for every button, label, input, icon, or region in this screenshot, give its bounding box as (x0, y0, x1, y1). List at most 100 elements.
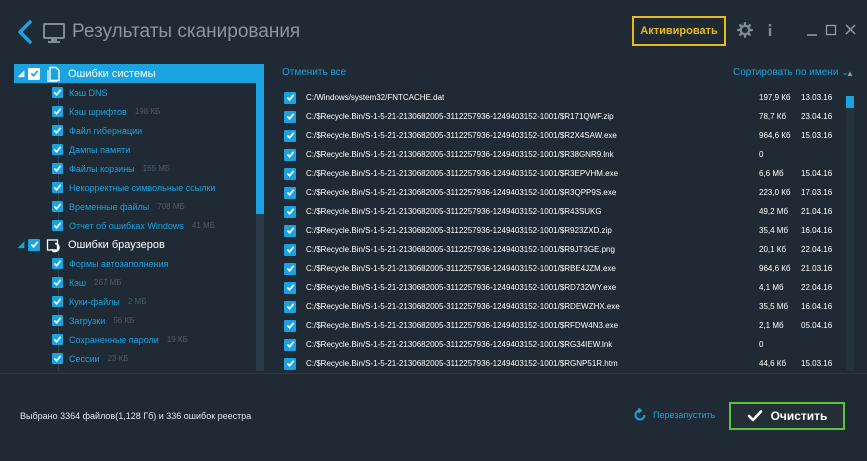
checkbox[interactable] (52, 277, 63, 288)
file-path: C:/$Recycle.Bin/S-1-5-21-2130682005-3112… (306, 245, 615, 254)
tree-item[interactable]: Куки-файлы 2 МБ (52, 292, 262, 311)
tree-item[interactable]: Дампы памяти (52, 140, 262, 159)
tree-item[interactable]: Кэш DNS (52, 83, 262, 102)
table-row[interactable]: C:/$Recycle.Bin/S-1-5-21-2130682005-3112… (280, 278, 842, 297)
category-browser-errors[interactable]: ◢ Ошибки браузеров (14, 235, 256, 254)
table-row[interactable]: C:/$Recycle.Bin/S-1-5-21-2130682005-3112… (280, 145, 842, 164)
checkbox[interactable] (284, 129, 296, 142)
activate-button[interactable]: Активировать (632, 16, 726, 46)
table-row[interactable]: C:/$Recycle.Bin/S-1-5-21-2130682005-3112… (280, 240, 842, 259)
tree-item[interactable]: Временные файлы 708 МБ (52, 197, 262, 216)
back-icon[interactable] (14, 19, 36, 45)
checkbox[interactable] (52, 258, 63, 269)
checkbox[interactable] (284, 224, 296, 237)
table-row[interactable]: C:/$Recycle.Bin/S-1-5-21-2130682005-3112… (280, 316, 842, 335)
tree-item-label: Кэш шрифтов (69, 106, 127, 117)
checkbox[interactable] (52, 315, 63, 326)
checkbox[interactable] (284, 243, 296, 256)
table-row[interactable]: C:/$Recycle.Bin/S-1-5-21-2130682005-3112… (280, 107, 842, 126)
table-row[interactable]: C:/$Recycle.Bin/S-1-5-21-2130682005-3112… (280, 183, 842, 202)
table-row[interactable]: C:/$Recycle.Bin/S-1-5-21-2130682005-3112… (280, 297, 842, 316)
tree-item[interactable]: Кэш шрифтов 198 КБ (52, 102, 262, 121)
checkbox[interactable] (52, 125, 63, 136)
checkbox[interactable] (28, 238, 40, 251)
table-row[interactable]: C:/Windows/system32/FNTCACHE.dat 197,9 Кб… (280, 88, 842, 107)
scroll-up-icon[interactable]: ▲ (846, 69, 855, 78)
close-icon[interactable] (843, 22, 859, 38)
file-size: 78,7 Кб (759, 112, 787, 121)
file-date: 15.03.16 (801, 131, 833, 140)
tree-item[interactable]: Отчет об ошибках Windows 41 МБ (52, 216, 262, 235)
table-row[interactable]: C:/$Recycle.Bin/S-1-5-21-2130682005-3112… (280, 126, 842, 145)
table-row[interactable]: C:/$Recycle.Bin/S-1-5-21-2130682005-3112… (280, 354, 842, 371)
file-path: C:/$Recycle.Bin/S-1-5-21-2130682005-3112… (306, 169, 619, 178)
clean-button[interactable]: Очистить (729, 402, 845, 430)
category-system-errors[interactable]: ◢ Ошибки системы (14, 64, 256, 83)
file-size: 2,1 Мб (759, 321, 784, 330)
tree-item-label: Файлы корзины (69, 163, 135, 174)
checkbox[interactable] (284, 281, 296, 294)
tree-item[interactable]: Загрузки 56 КБ (52, 311, 262, 330)
checkbox[interactable] (284, 262, 296, 275)
checkbox[interactable] (284, 186, 296, 199)
tree-item[interactable]: Файлы корзины 165 МБ (52, 159, 262, 178)
table-row[interactable]: C:/$Recycle.Bin/S-1-5-21-2130682005-3112… (280, 259, 842, 278)
checkbox[interactable] (284, 91, 296, 104)
file-path: C:/$Recycle.Bin/S-1-5-21-2130682005-3112… (306, 302, 620, 311)
file-path: C:/$Recycle.Bin/S-1-5-21-2130682005-3112… (306, 226, 612, 235)
file-path: C:/$Recycle.Bin/S-1-5-21-2130682005-3112… (306, 321, 619, 330)
collapse-arrow-icon[interactable]: ◢ (14, 68, 28, 79)
minimize-icon[interactable] (805, 22, 821, 38)
checkbox[interactable] (52, 182, 63, 193)
checkbox[interactable] (52, 163, 63, 174)
checkbox[interactable] (28, 67, 40, 80)
tree-item-size: 56 КБ (113, 316, 135, 325)
checkbox[interactable] (52, 296, 63, 307)
restart-button[interactable]: Перезапустить (633, 408, 715, 422)
checkbox[interactable] (284, 148, 296, 161)
table-row[interactable]: C:/$Recycle.Bin/S-1-5-21-2130682005-3112… (280, 202, 842, 221)
checkbox[interactable] (284, 300, 296, 313)
list-scrollbar-thumb[interactable] (846, 96, 854, 108)
list-scrollbar[interactable] (846, 96, 854, 371)
tree-scrollbar[interactable] (256, 64, 264, 371)
file-date: 21.03.16 (801, 264, 833, 273)
tree-item[interactable]: Формы автозаполнения (52, 254, 262, 273)
table-row[interactable]: C:/$Recycle.Bin/S-1-5-21-2130682005-3112… (280, 335, 842, 354)
tree-item[interactable]: Файл гибернации (52, 121, 262, 140)
tree-item-size: 708 МБ (157, 202, 185, 211)
file-size: 964,6 Кб (759, 264, 791, 273)
checkbox[interactable] (52, 144, 63, 155)
table-row[interactable]: C:/$Recycle.Bin/S-1-5-21-2130682005-3112… (280, 164, 842, 183)
monitor-icon (43, 23, 65, 43)
checkbox[interactable] (284, 357, 296, 370)
checkbox[interactable] (52, 220, 63, 231)
checkbox[interactable] (284, 319, 296, 332)
selection-status: Выбрано 3364 файлов(1,128 Гб) и 336 ошиб… (20, 411, 252, 421)
maximize-icon[interactable] (824, 22, 840, 38)
gear-icon[interactable] (737, 22, 753, 38)
tree-item[interactable]: Сессии 23 КБ (52, 349, 262, 368)
checkbox[interactable] (52, 334, 63, 345)
checkbox[interactable] (52, 353, 63, 364)
tree-item-label: Кэш DNS (69, 87, 108, 98)
sort-dropdown[interactable]: Сортировать по имени ⌄ (733, 67, 849, 78)
table-row[interactable]: C:/$Recycle.Bin/S-1-5-21-2130682005-3112… (280, 221, 842, 240)
info-icon[interactable] (762, 22, 778, 38)
checkbox[interactable] (284, 110, 296, 123)
tree-item-label: Отчет об ошибках Windows (69, 220, 184, 231)
tree-item-label: Сессии (69, 353, 100, 364)
tree-item[interactable]: Некорректные символьные ссылки (52, 178, 262, 197)
file-path: C:/$Recycle.Bin/S-1-5-21-2130682005-3112… (306, 283, 617, 292)
collapse-arrow-icon[interactable]: ◢ (14, 239, 28, 250)
deselect-all-link[interactable]: Отменить все (282, 67, 346, 78)
checkbox[interactable] (52, 87, 63, 98)
tree-scrollbar-thumb[interactable] (256, 64, 264, 214)
tree-item[interactable]: Кэш 267 МБ (52, 273, 262, 292)
checkbox[interactable] (52, 201, 63, 212)
checkbox[interactable] (284, 205, 296, 218)
checkbox[interactable] (284, 338, 296, 351)
checkbox[interactable] (284, 167, 296, 180)
tree-item[interactable]: Сохраненные пароли 19 КБ (52, 330, 262, 349)
checkbox[interactable] (52, 106, 63, 117)
